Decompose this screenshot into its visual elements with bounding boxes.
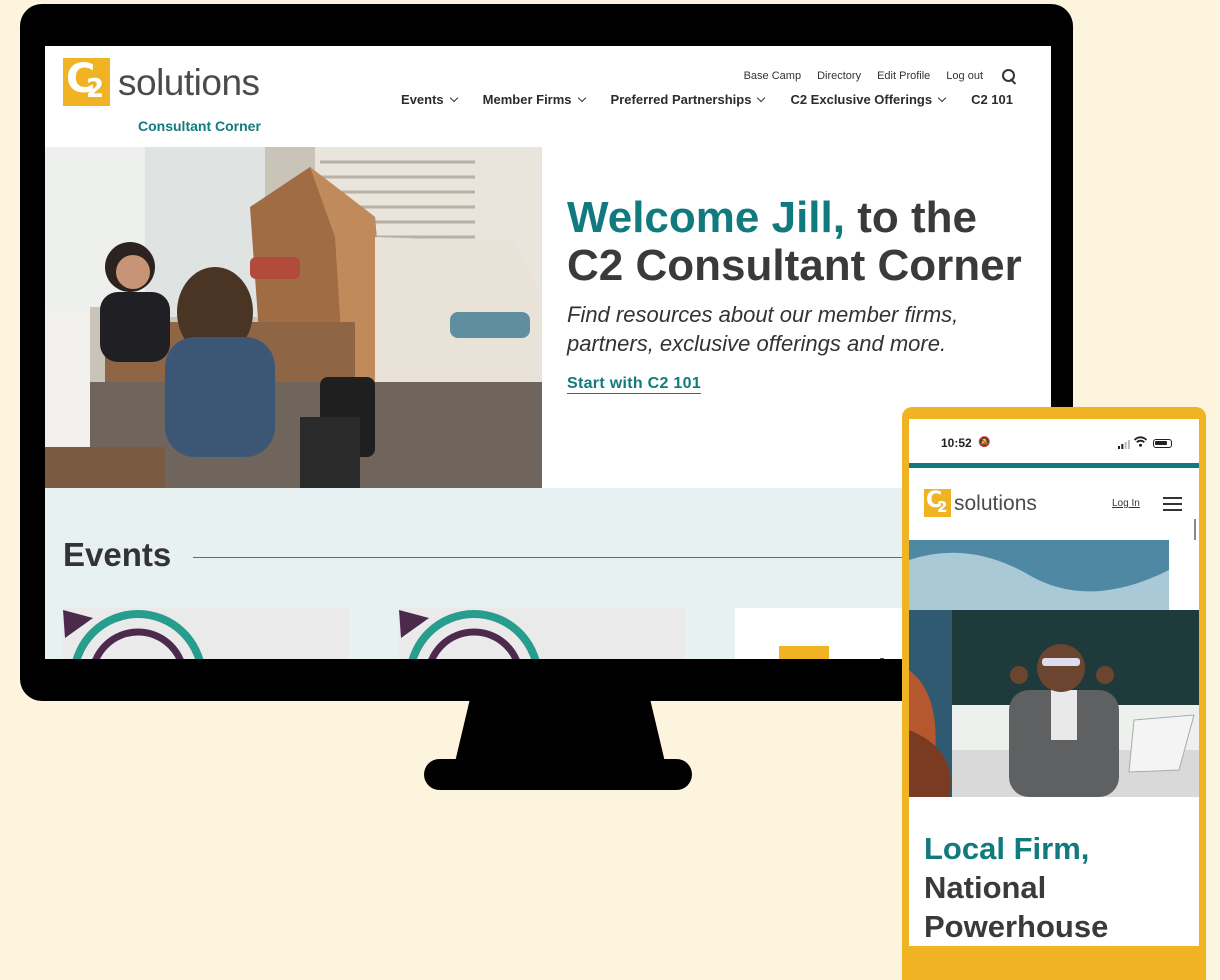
start-with-c2-101-link[interactable]: Start with C2 101 [567,375,702,394]
mobile-login-link[interactable]: Log In [1112,498,1140,509]
event-card[interactable] [399,608,685,659]
header-accent-bar [909,463,1199,468]
nav-c2-101-label: C2 101 [971,92,1013,107]
mobile-headline-accent: Local Firm, [924,831,1090,866]
hero-title: Welcome Jill, to the C2 Consultant Corne… [567,194,1037,290]
hero-copy: Welcome Jill, to the C2 Consultant Corne… [567,194,1037,394]
site-logo[interactable]: C 2 solutions Consultant Corner [63,56,273,134]
event-logo-icon [63,610,204,659]
nav-directory[interactable]: Directory [817,70,861,82]
chevron-down-icon [937,93,947,102]
mobile-logo-mark-2: 2 [937,498,948,516]
nav-preferred-partnerships-label: Preferred Partnerships [610,92,752,107]
hero-subtitle: Find resources about our member firms, p… [567,302,959,356]
hero-title-accent: Welcome Jill, [567,193,845,242]
events-section: Events [45,488,1051,659]
nav-base-camp[interactable]: Base Camp [744,70,801,82]
nav-c2-exclusive-offerings-label: C2 Exclusive Offerings [790,92,933,107]
status-bar: 10:52 🔕 [909,419,1199,463]
search-icon[interactable] [1001,68,1017,84]
event-card[interactable] [63,608,349,659]
chevron-down-icon [449,93,458,102]
nav-events[interactable]: Events [401,92,458,107]
event-logo-icon [399,610,540,659]
battery-icon [1153,439,1172,448]
wifi-icon [1134,436,1147,447]
nav-member-firms-label: Member Firms [482,92,572,107]
desktop-screen: C 2 solutions Consultant Corner Base Cam… [45,46,1051,659]
chevron-down-icon [577,93,586,102]
mobile-logo-mark[interactable]: C 2 [924,488,951,517]
phone-frame: 10:52 🔕 C 2 solutions Log In Local Firm,… [902,407,1206,980]
mobile-screen: 10:52 🔕 C 2 solutions Log In Local Firm,… [909,419,1199,946]
events-heading: Events [63,536,172,573]
logo-mark-2: 2 [86,74,105,104]
monitor-base [424,759,692,790]
nav-edit-profile[interactable]: Edit Profile [877,70,930,82]
logo-wordmark: solutions [118,62,260,103]
main-nav: Events Member Firms Preferred Partnershi… [401,92,1013,107]
bell-icon: 🔕 [978,437,991,448]
hero-photo-office-meeting [45,147,542,488]
mobile-headline: Local Firm, National Powerhouse [924,829,1199,946]
nav-member-firms[interactable]: Member Firms [482,92,586,107]
nav-c2-exclusive-offerings[interactable]: C2 Exclusive Offerings [790,92,947,107]
status-time: 10:52 [941,436,972,450]
logo-subtitle: Consultant Corner [138,118,261,134]
mobile-logo-wordmark[interactable]: solutions [954,492,1037,516]
signal-icon [1118,440,1130,449]
nav-c2-101[interactable]: C2 101 [971,92,1013,107]
nav-preferred-partnerships[interactable]: Preferred Partnerships [610,92,766,107]
chevron-down-icon [757,93,766,102]
mobile-headline-rest: National Powerhouse [924,870,1109,944]
nav-events-label: Events [401,92,444,107]
nav-log-out[interactable]: Log out [946,70,983,82]
mobile-hero-image [909,540,1199,797]
utility-nav: Base Camp Directory Edit Profile Log out [744,68,1017,84]
monitor-stand [455,700,665,762]
c2-logo-mark: C 2 [63,56,110,106]
hamburger-icon[interactable] [1163,497,1182,511]
